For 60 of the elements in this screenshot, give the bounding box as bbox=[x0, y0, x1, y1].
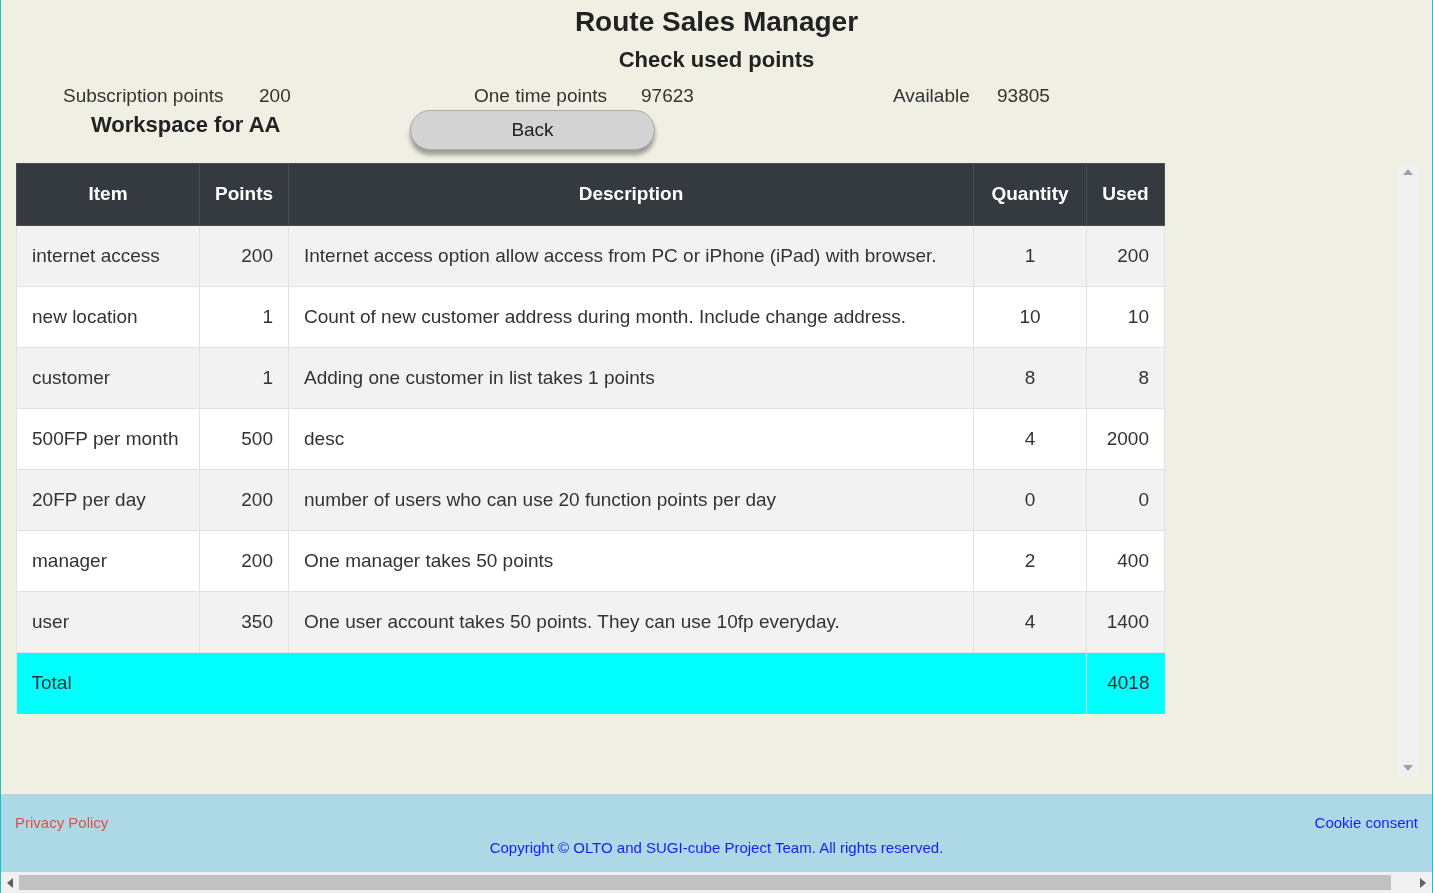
column-header: Description bbox=[288, 163, 974, 226]
table-cell: 1 bbox=[973, 225, 1087, 287]
table-cell: internet access bbox=[16, 225, 200, 287]
table-cell: 200 bbox=[199, 469, 289, 531]
table-cell: 2 bbox=[973, 530, 1087, 592]
stat-value: 93805 bbox=[997, 83, 1050, 108]
scrollbar-thumb[interactable] bbox=[19, 875, 1391, 890]
table-cell: Internet access option allow access from PC or iPhone (iPad) with browser. bbox=[288, 225, 974, 287]
stat-value: 97623 bbox=[641, 83, 694, 108]
total-value: 4018 bbox=[1086, 652, 1165, 714]
back-button[interactable]: Back bbox=[410, 110, 655, 150]
table-cell: 350 bbox=[199, 591, 289, 653]
column-header: Used bbox=[1086, 163, 1165, 226]
scroll-left-icon[interactable] bbox=[7, 877, 13, 888]
table-cell: 500FP per month bbox=[16, 408, 200, 470]
scroll-down-icon[interactable] bbox=[1403, 765, 1413, 771]
page-subtitle: Check used points bbox=[617, 46, 816, 74]
copyright-text: Copyright © OLTO and SUGI-cube Project Team. All rights reserved. bbox=[489, 839, 944, 856]
table-cell: 8 bbox=[973, 347, 1087, 409]
page-title: Route Sales Manager bbox=[573, 5, 860, 39]
table-cell: 4 bbox=[973, 591, 1087, 653]
table-cell: user bbox=[16, 591, 200, 653]
stat-label: Subscription points bbox=[63, 83, 225, 108]
table-cell: manager bbox=[16, 530, 200, 592]
table-cell: desc bbox=[288, 408, 974, 470]
table-cell: 4 bbox=[973, 408, 1087, 470]
table-cell: 10 bbox=[973, 286, 1087, 348]
table-cell: 1400 bbox=[1086, 591, 1165, 653]
table-cell: 200 bbox=[199, 530, 289, 592]
cookie-consent-link[interactable]: Cookie consent bbox=[1314, 813, 1418, 833]
table-cell: 200 bbox=[199, 225, 289, 287]
table-cell: 8 bbox=[1086, 347, 1165, 409]
table-cell: 1 bbox=[199, 286, 289, 348]
table-cell: One user account takes 50 points. They can use 10fp everyday. bbox=[288, 591, 974, 653]
table-cell: 2000 bbox=[1086, 408, 1165, 470]
workspace-title: Workspace for AA bbox=[91, 111, 282, 139]
stat-value: 200 bbox=[259, 83, 291, 108]
horizontal-scrollbar[interactable] bbox=[1, 872, 1432, 893]
column-header: Points bbox=[199, 163, 289, 226]
table-cell: 20FP per day bbox=[16, 469, 200, 531]
scroll-up-icon[interactable] bbox=[1403, 169, 1413, 175]
table-cell: customer bbox=[16, 347, 200, 409]
table-cell: 1 bbox=[199, 347, 289, 409]
table-cell: 10 bbox=[1086, 286, 1165, 348]
table-cell: 500 bbox=[199, 408, 289, 470]
table-cell: new location bbox=[16, 286, 200, 348]
scroll-right-icon[interactable] bbox=[1420, 877, 1426, 888]
table-cell: One manager takes 50 points bbox=[288, 530, 974, 592]
table-cell: 400 bbox=[1086, 530, 1165, 592]
table-cell: 200 bbox=[1086, 225, 1165, 287]
column-header: Quantity bbox=[973, 163, 1087, 226]
stat-label: One time points bbox=[474, 83, 609, 108]
table-cell: 0 bbox=[973, 469, 1087, 531]
stat-label: Available bbox=[893, 83, 971, 108]
table-cell: Adding one customer in list takes 1 points bbox=[288, 347, 974, 409]
table-cell: 0 bbox=[1086, 469, 1165, 531]
vertical-scrollbar[interactable] bbox=[1398, 163, 1418, 777]
table-cell: Count of new customer address during month. Include change address. bbox=[288, 286, 974, 348]
column-header: Item bbox=[16, 163, 200, 226]
table-cell: number of users who can use 20 function points per day bbox=[288, 469, 974, 531]
